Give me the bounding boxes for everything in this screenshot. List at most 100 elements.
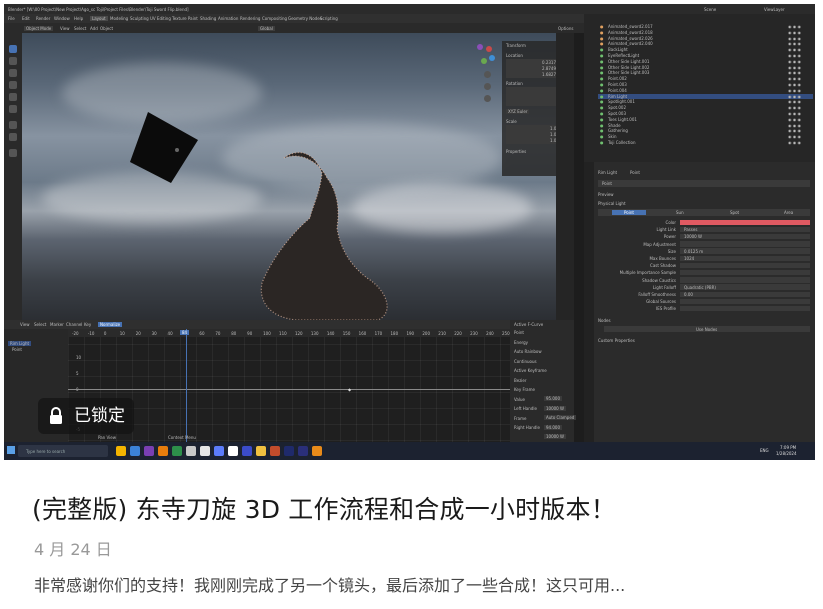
menu-file[interactable]: File xyxy=(8,16,15,21)
chrome-icon[interactable] xyxy=(116,446,126,456)
graph-area[interactable]: -20-100102030405060708090100110120130140… xyxy=(68,329,510,442)
graph-menu-marker[interactable]: Marker xyxy=(50,322,64,327)
visibility-toggle-icon[interactable]: ◉ ◉ ◉ xyxy=(788,59,801,64)
fcurve-property[interactable]: Continuous xyxy=(514,359,537,364)
workspace-tab-texture[interactable]: Texture Paint xyxy=(172,16,198,21)
premiere-icon[interactable] xyxy=(298,446,308,456)
outliner-row[interactable]: ● BackLight ◉ ◉ ◉ xyxy=(598,47,813,53)
camera-view-icon[interactable] xyxy=(484,95,491,102)
keyframe-marker[interactable]: ◆ xyxy=(348,387,351,392)
zoom-icon[interactable] xyxy=(484,71,491,78)
normalize-toggle[interactable]: Normalize xyxy=(98,322,123,327)
workspace-tab-animation[interactable]: Animation xyxy=(218,16,238,21)
app-icon-3[interactable] xyxy=(242,446,252,456)
visibility-toggle-icon[interactable]: ◉ ◉ ◉ xyxy=(788,53,801,58)
fcurve-value[interactable]: Auto Clamped xyxy=(544,415,577,420)
workspace-tab-rendering[interactable]: Rendering xyxy=(240,16,260,21)
menu-edit[interactable]: Edit xyxy=(22,16,30,21)
scene-selector[interactable]: Scene xyxy=(704,7,716,12)
explorer-icon[interactable] xyxy=(186,446,196,456)
current-frame-indicator[interactable]: 84 xyxy=(180,330,190,335)
visibility-toggle-icon[interactable]: ◉ ◉ ◉ xyxy=(788,134,801,139)
rotation-mode-select[interactable]: XYZ Euler xyxy=(506,109,530,114)
app-icon-2[interactable] xyxy=(228,446,238,456)
light-type-spot[interactable]: Spot xyxy=(730,210,739,215)
light-datablock-field[interactable]: Point xyxy=(602,181,612,186)
viewport-menu-view[interactable]: View xyxy=(60,26,70,31)
visibility-toggle-icon[interactable]: ◉ ◉ ◉ xyxy=(788,123,801,128)
outliner-row[interactable]: ● EyeReflectLight ◉ ◉ ◉ xyxy=(598,53,813,59)
fcurve-value[interactable]: 10000 W xyxy=(544,434,566,439)
graph-menu-select[interactable]: Select xyxy=(34,322,46,327)
playhead[interactable] xyxy=(186,329,187,442)
menu-window[interactable]: Window xyxy=(54,16,70,21)
visibility-toggle-icon[interactable]: ◉ ◉ ◉ xyxy=(788,41,801,46)
fcurve-value[interactable]: 95.000 xyxy=(544,396,562,401)
menu-render[interactable]: Render xyxy=(36,16,50,21)
visibility-toggle-icon[interactable]: ◉ ◉ ◉ xyxy=(788,105,801,110)
3d-viewport[interactable]: Transform Location 0.23174 m 2.87495 m 1… xyxy=(22,33,574,320)
edge-icon[interactable] xyxy=(130,446,140,456)
select-box-tool-icon[interactable] xyxy=(9,45,17,53)
channel-rim-light[interactable]: Rim Light xyxy=(8,341,32,346)
outliner-row[interactable]: ● Spot.002 ◉ ◉ ◉ xyxy=(598,105,813,111)
fcurve-property[interactable]: Frame xyxy=(514,416,526,421)
app-icon-5[interactable] xyxy=(270,446,280,456)
visibility-toggle-icon[interactable]: ◉ ◉ ◉ xyxy=(788,76,801,81)
post-thumbnail[interactable]: Blender* [W:\00 Project\New Project\Ago_… xyxy=(4,4,815,460)
outliner-row[interactable]: ● Point.002 ◉ ◉ ◉ xyxy=(598,76,813,82)
outliner-row[interactable]: ● Point.004 ◉ ◉ ◉ xyxy=(598,88,813,94)
light-type-point[interactable]: Point xyxy=(612,210,646,215)
workspace-tab-sculpting[interactable]: Sculpting xyxy=(130,16,149,21)
visibility-toggle-icon[interactable]: ◉ ◉ ◉ xyxy=(788,65,801,70)
menu-help[interactable]: Help xyxy=(74,16,83,21)
preview-section[interactable]: Preview xyxy=(598,192,614,197)
pan-icon[interactable] xyxy=(484,83,491,90)
property-field[interactable] xyxy=(680,262,810,269)
viewlayer-selector[interactable]: ViewLayer xyxy=(764,7,785,12)
outliner[interactable]: ● Animated_sword2.017 ◉ ◉ ◉ ● Animated_sword… xyxy=(584,14,815,162)
visibility-toggle-icon[interactable]: ◉ ◉ ◉ xyxy=(788,140,801,145)
viewport-menu-add[interactable]: Add xyxy=(90,26,98,31)
transform-tool-icon[interactable] xyxy=(9,105,17,113)
visibility-toggle-icon[interactable]: ◉ ◉ ◉ xyxy=(788,82,801,87)
post-title[interactable]: (完整版) 东寺刀旋 3D 工作流程和合成一小时版本！ xyxy=(32,490,616,526)
windows-start-icon[interactable] xyxy=(7,446,15,454)
custom-properties-section[interactable]: Custom Properties xyxy=(598,338,635,343)
properties-tabs[interactable] xyxy=(584,162,594,442)
spotify-icon[interactable] xyxy=(172,446,182,456)
after-effects-icon[interactable] xyxy=(284,446,294,456)
fcurve-property[interactable]: Point xyxy=(514,330,524,335)
graph-menu-channel[interactable]: Channel xyxy=(66,322,82,327)
outliner-row[interactable]: ● Toji Collection ◉ ◉ ◉ xyxy=(598,140,813,146)
light-type-sun[interactable]: Sun xyxy=(676,210,684,215)
post-card[interactable]: Blender* [W:\00 Project\New Project\Ago_… xyxy=(0,0,823,609)
outliner-row[interactable]: ● Animated_sword2.026 ◉ ◉ ◉ xyxy=(598,36,813,42)
blender-task-icon[interactable] xyxy=(158,446,168,456)
visibility-toggle-icon[interactable]: ◉ ◉ ◉ xyxy=(788,94,801,99)
outliner-row[interactable]: ● Other Side Light.003 ◉ ◉ ◉ xyxy=(598,70,813,76)
nodes-section[interactable]: Nodes xyxy=(598,318,611,323)
sidebar-tabs[interactable] xyxy=(556,33,574,320)
rotate-tool-icon[interactable] xyxy=(9,81,17,89)
outliner-row[interactable]: ● Toes Light.001 ◉ ◉ ◉ xyxy=(598,117,813,123)
visibility-toggle-icon[interactable]: ◉ ◉ ◉ xyxy=(788,128,801,133)
outliner-row[interactable]: ● Point.003 ◉ ◉ ◉ xyxy=(598,82,813,88)
outliner-row[interactable]: ● Shade ◉ ◉ ◉ xyxy=(598,123,813,129)
fcurve-property[interactable]: Key Frame xyxy=(514,387,535,392)
physical-light-section[interactable]: Physical Light xyxy=(598,201,626,206)
outliner-row[interactable]: ● Animated_sword2.040 ◉ ◉ ◉ xyxy=(598,41,813,47)
visibility-toggle-icon[interactable]: ◉ ◉ ◉ xyxy=(788,36,801,41)
outliner-row[interactable]: ● Other Side Light.001 ◉ ◉ ◉ xyxy=(598,59,813,65)
outliner-row[interactable]: ● Rim Light ◉ ◉ ◉ xyxy=(598,93,813,100)
workspace-tab-uv[interactable]: UV Editing xyxy=(150,16,171,21)
property-field[interactable] xyxy=(680,298,810,305)
outliner-row[interactable]: ● Skin ◉ ◉ ◉ xyxy=(598,134,813,140)
visibility-toggle-icon[interactable]: ◉ ◉ ◉ xyxy=(788,70,801,75)
scale-tool-icon[interactable] xyxy=(9,93,17,101)
workspace-tab-modeling[interactable]: Modeling xyxy=(110,16,128,21)
fcurve-property[interactable]: Auto Rainbow xyxy=(514,349,542,354)
graph-menu-key[interactable]: Key xyxy=(84,322,91,327)
app-icon-1[interactable] xyxy=(214,446,224,456)
options-button[interactable]: Options xyxy=(558,26,573,31)
